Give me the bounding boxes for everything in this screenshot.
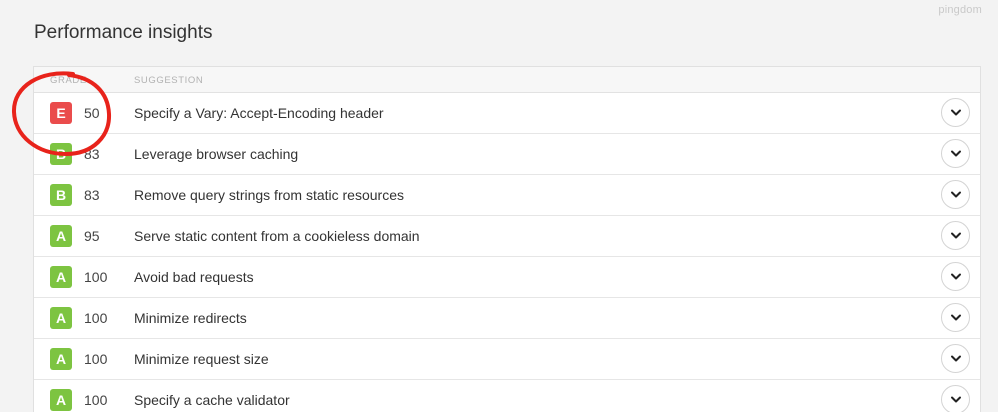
chevron-down-icon: [950, 396, 961, 402]
table-row[interactable]: A 100 Minimize request size: [34, 339, 980, 380]
chevron-down-icon: [950, 150, 961, 156]
chevron-down-icon: [950, 314, 961, 320]
expand-button[interactable]: [941, 180, 970, 209]
expand-button[interactable]: [941, 98, 970, 127]
suggestion-text: Minimize request size: [134, 351, 269, 367]
grade-badge: B: [50, 184, 72, 206]
grade-score: 100: [84, 392, 108, 408]
suggestion-text: Avoid bad requests: [134, 269, 254, 285]
grade-score: 83: [84, 187, 100, 203]
grade-score: 100: [84, 310, 108, 326]
table-row[interactable]: A 100 Minimize redirects: [34, 298, 980, 339]
column-header-grade: GRADE: [50, 75, 87, 86]
table-row[interactable]: E 50 Specify a Vary: Accept-Encoding hea…: [34, 93, 980, 134]
table-row[interactable]: A 100 Specify a cache validator: [34, 380, 980, 412]
page-title: Performance insights: [34, 22, 213, 43]
chevron-down-icon: [950, 109, 961, 115]
grade-score: 83: [84, 146, 100, 162]
grade-badge: B: [50, 143, 72, 165]
grade-badge: A: [50, 348, 72, 370]
pingdom-logo-text: pingdom: [938, 4, 982, 16]
suggestion-text: Specify a Vary: Accept-Encoding header: [134, 105, 384, 121]
insights-table: GRADE SUGGESTION E 50 Specify a Vary: Ac…: [33, 66, 981, 412]
expand-button[interactable]: [941, 303, 970, 332]
chevron-down-icon: [950, 191, 961, 197]
grade-badge: A: [50, 225, 72, 247]
expand-button[interactable]: [941, 139, 970, 168]
grade-badge: E: [50, 102, 72, 124]
table-row[interactable]: A 95 Serve static content from a cookiel…: [34, 216, 980, 257]
expand-button[interactable]: [941, 344, 970, 373]
column-header-suggestion: SUGGESTION: [134, 75, 204, 86]
grade-score: 50: [84, 105, 100, 121]
grade-badge: A: [50, 307, 72, 329]
suggestion-text: Remove query strings from static resourc…: [134, 187, 404, 203]
table-row[interactable]: A 100 Avoid bad requests: [34, 257, 980, 298]
chevron-down-icon: [950, 232, 961, 238]
grade-score: 95: [84, 228, 100, 244]
table-header: GRADE SUGGESTION: [34, 67, 980, 93]
grade-badge: A: [50, 389, 72, 411]
grade-score: 100: [84, 269, 108, 285]
table-row[interactable]: B 83 Leverage browser caching: [34, 134, 980, 175]
suggestion-text: Minimize redirects: [134, 310, 247, 326]
suggestion-text: Leverage browser caching: [134, 146, 299, 162]
expand-button[interactable]: [941, 262, 970, 291]
grade-score: 100: [84, 351, 108, 367]
grade-badge: A: [50, 266, 72, 288]
table-row[interactable]: B 83 Remove query strings from static re…: [34, 175, 980, 216]
suggestion-text: Serve static content from a cookieless d…: [134, 228, 420, 244]
chevron-down-icon: [950, 355, 961, 361]
suggestion-text: Specify a cache validator: [134, 392, 290, 408]
chevron-down-icon: [950, 273, 961, 279]
expand-button[interactable]: [941, 385, 970, 412]
expand-button[interactable]: [941, 221, 970, 250]
